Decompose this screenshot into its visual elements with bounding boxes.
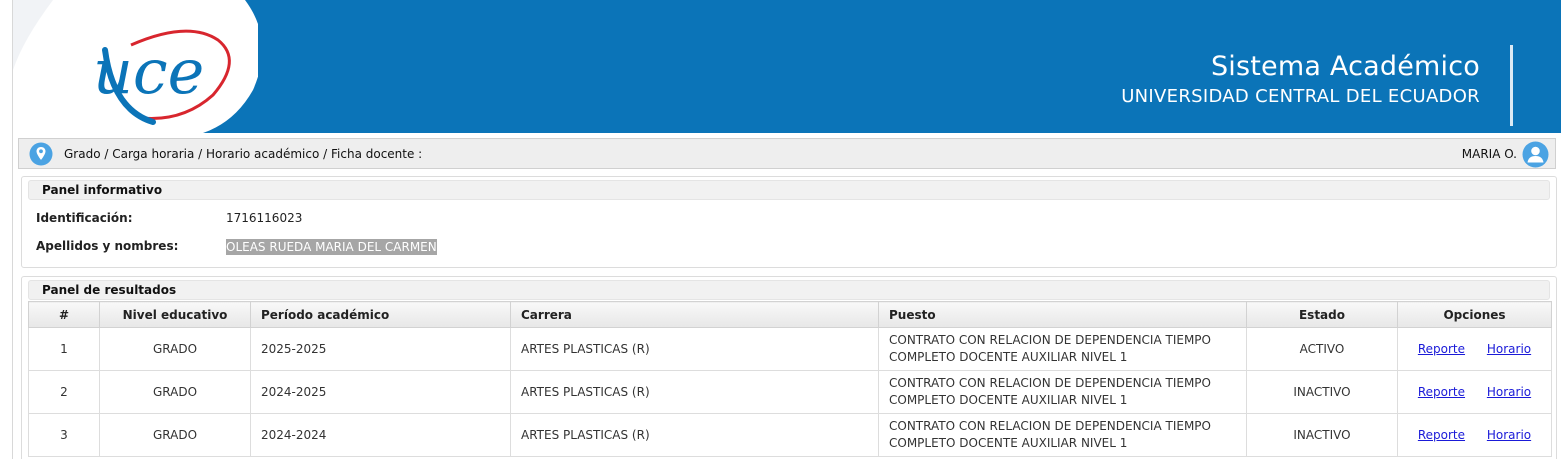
breadcrumb-path: Grado / Carga horaria / Horario académic… [64, 147, 423, 161]
col-nivel[interactable]: Nivel educativo [99, 301, 251, 328]
row-number: 1 [28, 327, 100, 371]
reporte-link[interactable]: Reporte [1418, 342, 1465, 356]
row-carrera: ARTES PLASTICAS (R) [510, 413, 879, 457]
horario-link[interactable]: Horario [1487, 342, 1531, 356]
row-nivel: GRADO [99, 413, 251, 457]
identification-label: Identificación: [36, 211, 133, 225]
col-puesto[interactable]: Puesto [878, 301, 1247, 328]
user-avatar-icon[interactable] [1522, 141, 1549, 168]
row-puesto-line1: CONTRATO CON RELACION DE DEPENDENCIA TIE… [889, 333, 1211, 347]
results-panel-title: Panel de resultados [28, 280, 1550, 300]
row-puesto: CONTRATO CON RELACION DE DEPENDENCIA TIE… [878, 327, 1247, 371]
results-panel: Panel de resultados # Nivel educativo Pe… [21, 276, 1557, 459]
app-frame: uce Sistema Académico UNIVERSIDAD CENTRA… [12, 0, 1561, 459]
row-nivel: GRADO [99, 327, 251, 371]
header-banner: uce Sistema Académico UNIVERSIDAD CENTRA… [13, 0, 1561, 133]
row-periodo: 2024-2024 [250, 413, 511, 457]
university-name: UNIVERSIDAD CENTRAL DEL ECUADOR [1121, 86, 1480, 107]
horario-link[interactable]: Horario [1487, 428, 1531, 442]
col-carrera[interactable]: Carrera [510, 301, 879, 328]
table-row: 1 GRADO 2025-2025 ARTES PLASTICAS (R) CO… [28, 327, 1552, 371]
table-row: 2 GRADO 2024-2025 ARTES PLASTICAS (R) CO… [28, 370, 1552, 414]
table-row: 3 GRADO 2024-2024 ARTES PLASTICAS (R) CO… [28, 413, 1552, 457]
row-number: 2 [28, 370, 100, 414]
row-options: Reporte Horario [1397, 327, 1552, 371]
reporte-link[interactable]: Reporte [1418, 385, 1465, 399]
system-title: Sistema Académico [1210, 51, 1480, 82]
breadcrumb: Grado / Carga horaria / Horario académic… [18, 138, 1556, 169]
row-estado: INACTIVO [1246, 370, 1398, 414]
identification-value: 1716116023 [226, 211, 303, 225]
location-pin-icon [29, 142, 53, 166]
row-options: Reporte Horario [1397, 413, 1552, 457]
row-carrera: ARTES PLASTICAS (R) [510, 370, 879, 414]
row-estado: INACTIVO [1246, 413, 1398, 457]
header-divider [1510, 45, 1513, 126]
row-puesto-line1: CONTRATO CON RELACION DE DEPENDENCIA TIE… [889, 419, 1211, 433]
uce-logo: uce [13, 0, 258, 133]
user-name: MARIA O. [1461, 147, 1517, 161]
row-puesto-line2: COMPLETO DOCENTE AUXILIAR NIVEL 1 [889, 393, 1128, 407]
row-number: 3 [28, 413, 100, 457]
row-periodo: 2024-2025 [250, 370, 511, 414]
fullname-value: OLEAS RUEDA MARIA DEL CARMEN [226, 239, 437, 255]
horario-link[interactable]: Horario [1487, 385, 1531, 399]
info-panel-title: Panel informativo [28, 180, 1550, 200]
reporte-link[interactable]: Reporte [1418, 428, 1465, 442]
fullname-label: Apellidos y nombres: [36, 239, 179, 253]
table-header-row: # Nivel educativo Período académico Carr… [28, 301, 1552, 328]
row-puesto-line2: COMPLETO DOCENTE AUXILIAR NIVEL 1 [889, 350, 1128, 364]
row-estado: ACTIVO [1246, 327, 1398, 371]
results-table: # Nivel educativo Período académico Carr… [28, 301, 1552, 457]
col-periodo[interactable]: Período académico [250, 301, 511, 328]
row-nivel: GRADO [99, 370, 251, 414]
row-puesto: CONTRATO CON RELACION DE DEPENDENCIA TIE… [878, 370, 1247, 414]
row-puesto: CONTRATO CON RELACION DE DEPENDENCIA TIE… [878, 413, 1247, 457]
col-opciones: Opciones [1397, 301, 1552, 328]
col-estado[interactable]: Estado [1246, 301, 1398, 328]
row-carrera: ARTES PLASTICAS (R) [510, 327, 879, 371]
row-options: Reporte Horario [1397, 370, 1552, 414]
system-title-block: Sistema Académico UNIVERSIDAD CENTRAL DE… [1121, 50, 1480, 110]
row-puesto-line1: CONTRATO CON RELACION DE DEPENDENCIA TIE… [889, 376, 1211, 390]
row-periodo: 2025-2025 [250, 327, 511, 371]
col-number[interactable]: # [28, 301, 100, 328]
row-puesto-line2: COMPLETO DOCENTE AUXILIAR NIVEL 1 [889, 436, 1128, 450]
info-panel: Panel informativo Identificación: 171611… [21, 176, 1557, 268]
